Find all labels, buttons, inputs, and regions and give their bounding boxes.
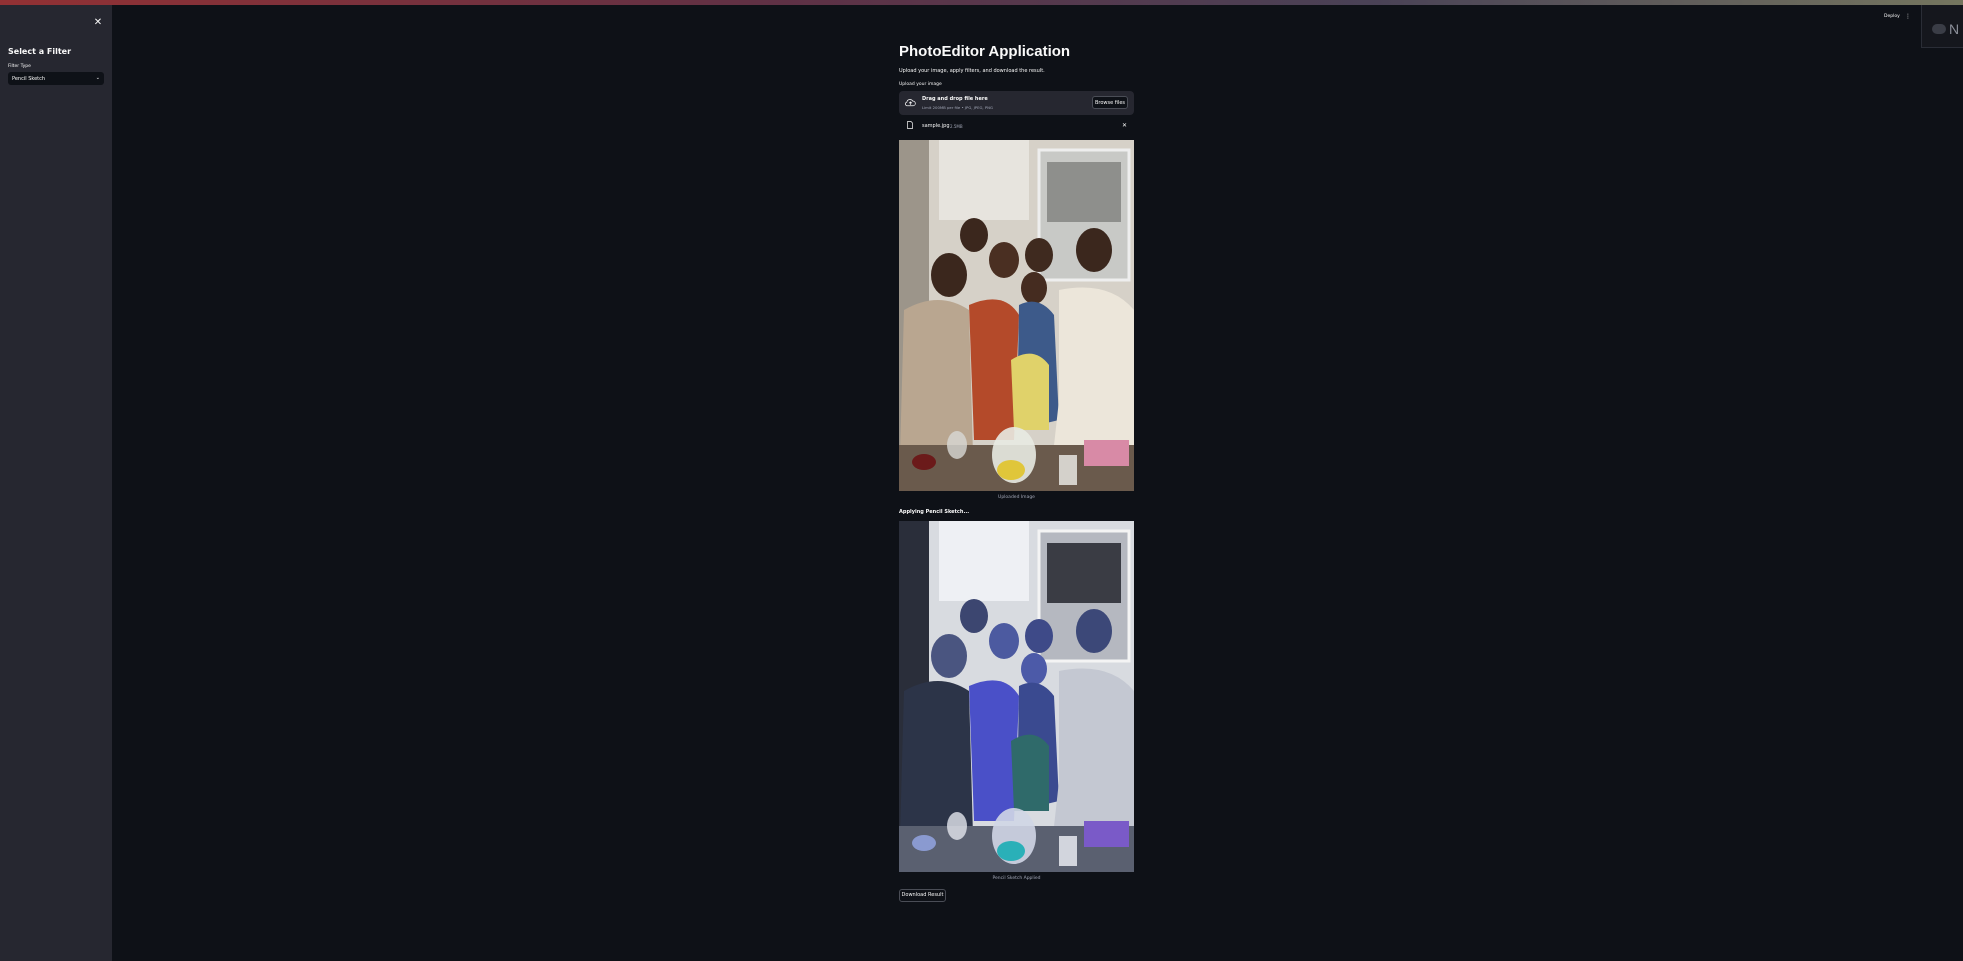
more-menu-icon[interactable]: ⋮ xyxy=(1905,13,1911,20)
sidebar-title: Select a Filter xyxy=(8,47,72,56)
extension-panel[interactable]: N xyxy=(1921,5,1963,48)
page-title: PhotoEditor Application xyxy=(899,43,1071,60)
extension-logo-icon xyxy=(1932,24,1946,34)
filtered-result-image xyxy=(899,521,1134,872)
uploaded-image xyxy=(899,140,1134,491)
dropzone-limit-hint: Limit 200MB per file • JPG, JPEG, PNG xyxy=(922,105,993,110)
remove-file-icon[interactable]: ✕ xyxy=(1122,122,1127,129)
download-result-button[interactable]: Download Result xyxy=(899,889,946,902)
filter-type-select[interactable]: Pencil Sketch ⌄ xyxy=(8,72,104,85)
uploaded-file-name: sample.jpg xyxy=(922,123,950,129)
upload-label: Upload your image xyxy=(899,82,942,87)
uploaded-file-row: sample.jpg 2.5MB ✕ xyxy=(899,119,1134,133)
close-icon[interactable]: ✕ xyxy=(93,18,103,28)
page-subtitle: Upload your image, apply filters, and do… xyxy=(899,68,1045,74)
filter-type-value: Pencil Sketch xyxy=(12,75,46,82)
uploaded-image-caption: Uploaded Image xyxy=(998,495,1035,500)
file-dropzone[interactable]: Drag and drop file here Limit 200MB per … xyxy=(899,91,1134,115)
top-decoration-bar xyxy=(0,0,1963,5)
chevron-down-icon: ⌄ xyxy=(95,75,100,81)
cloud-upload-icon xyxy=(905,99,916,107)
applying-filter-status: Applying Pencil Sketch... xyxy=(899,509,970,515)
sidebar: ✕ Select a Filter Filter Type Pencil Ske… xyxy=(0,5,112,961)
deploy-button[interactable]: Deploy xyxy=(1884,14,1900,19)
result-image-caption: Pencil Sketch Applied xyxy=(992,876,1041,881)
filter-type-label: Filter Type xyxy=(8,64,31,69)
dropzone-instruction: Drag and drop file here xyxy=(922,96,988,102)
file-icon xyxy=(907,121,913,129)
browse-files-button[interactable]: Browse files xyxy=(1092,96,1128,109)
uploaded-file-size: 2.5MB xyxy=(950,123,963,129)
extension-letter: N xyxy=(1949,21,1960,37)
